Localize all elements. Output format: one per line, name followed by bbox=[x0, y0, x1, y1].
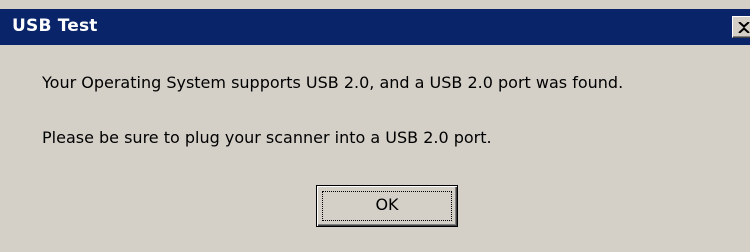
ok-button-label: OK bbox=[375, 195, 399, 214]
window-title: USB Test bbox=[12, 16, 98, 36]
close-icon bbox=[738, 22, 750, 33]
title-bar[interactable]: USB Test bbox=[0, 9, 750, 45]
message-line-1: Your Operating System supports USB 2.0, … bbox=[42, 73, 624, 92]
close-button[interactable] bbox=[732, 16, 750, 38]
message-line-2: Please be sure to plug your scanner into… bbox=[42, 128, 492, 147]
ok-button[interactable]: OK bbox=[316, 185, 458, 227]
usb-test-dialog: USB Test Your Operating System supports … bbox=[0, 0, 750, 252]
